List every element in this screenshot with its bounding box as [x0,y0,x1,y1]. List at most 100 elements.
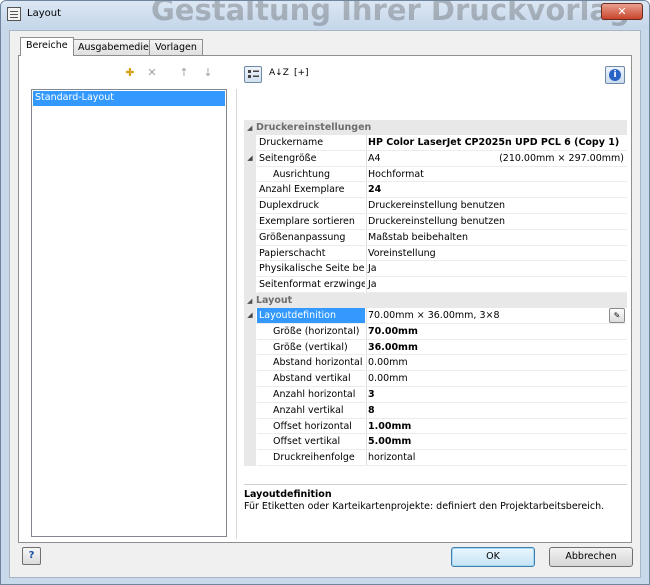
collapse-icon[interactable]: ◢ [247,294,256,309]
row-gutter [244,434,256,451]
splitter[interactable] [236,89,237,539]
property-value-text: Druckereinstellung benutzen [368,200,506,212]
property-row[interactable]: Seitenformat erzwingen Ja [244,277,627,293]
property-value-text: Ja [368,263,377,275]
property-name[interactable]: Exemplare sortieren [257,214,365,230]
property-row[interactable]: Größenanpassung Maßstab beibehalten [244,229,627,246]
property-value[interactable]: 70.00mm × 36.00mm, 3×8 ✎ [366,307,627,324]
property-row[interactable]: Anzahl horizontal 3 [244,386,627,403]
alphabetical-sort-icon[interactable]: A↓Z [269,68,289,78]
property-value[interactable]: HP Color LaserJet CP2025n UPD PCL 6 (Cop… [366,135,627,151]
tab-vorlagen[interactable]: Vorlagen [149,39,203,55]
area-list[interactable]: Standard-Layout [31,89,227,537]
property-name[interactable]: Anzahl horizontal [257,387,365,403]
property-name[interactable]: Offset vertikal [257,434,365,451]
property-row[interactable]: ◢ Layoutdefinition 70.00mm × 36.00mm, 3×8 ✎ [244,307,627,324]
info-icon: i [609,69,621,81]
collapse-icon[interactable]: ◢ [247,121,256,136]
row-gutter [244,355,256,372]
property-value[interactable]: 1.00mm [366,418,627,435]
property-value[interactable]: 3 [366,386,627,403]
property-name[interactable]: Seitenformat erzwingen [257,277,365,293]
collapse-icon[interactable]: ◢ [244,150,256,167]
layout-dialog: Gestaltung Ihrer Druckvorlag Layout ✕ Be… [0,0,650,585]
help-button[interactable]: ? [22,547,41,565]
property-name[interactable]: Seitengröße [257,151,365,167]
property-row[interactable]: Anzahl vertikal 8 [244,402,627,419]
category-header[interactable]: ◢ Layout [244,292,627,309]
property-value[interactable]: A4 (210.00mm × 297.00mm) [366,150,627,167]
property-value[interactable]: 70.00mm [366,323,627,340]
property-value-text: A4 [368,152,381,164]
tab-panel-bereiche: ✚ ✕ ↑ ↓ Standard-Layout A↓Z [+] i ◢ Druc… [18,55,632,543]
property-row[interactable]: Physikalische Seite be... Ja [244,261,627,278]
info-toggle-button[interactable]: i [605,66,625,84]
close-button[interactable]: ✕ [601,3,643,20]
cancel-button[interactable]: Abbrechen [549,547,633,567]
property-value[interactable]: 0.00mm [366,371,627,387]
property-row[interactable]: Größe (horizontal) 70.00mm [244,323,627,340]
property-name[interactable]: Papierschacht [257,246,365,262]
row-gutter [244,386,256,403]
property-value[interactable]: Maßstab beibehalten [366,229,627,246]
property-value[interactable]: Ja [366,261,627,278]
categorized-view-icon[interactable] [244,66,262,83]
expand-all-icon[interactable]: [+] [294,68,309,78]
property-value[interactable]: Hochformat [366,166,627,183]
property-value-text: 70.00mm [368,325,418,337]
property-row[interactable]: Größe (vertikal) 36.00mm [244,339,627,356]
property-row[interactable]: Druckreihenfolge horizontal [244,450,627,466]
property-row[interactable]: Exemplare sortieren Druckereinstellung be… [244,213,627,230]
arrow-down-icon[interactable]: ↓ [201,66,215,80]
property-value[interactable]: Voreinstellung [366,245,627,262]
property-value[interactable]: Druckereinstellung benutzen [366,213,627,230]
edit-icon[interactable]: ✎ [609,307,625,323]
property-name[interactable]: Layoutdefinition [257,307,365,324]
property-name[interactable]: Ausrichtung [257,167,365,183]
list-item[interactable]: Standard-Layout [33,91,225,106]
property-row[interactable]: ◢ Seitengröße A4 (210.00mm × 297.00mm) [244,150,627,167]
property-row[interactable]: Abstand vertikal 0.00mm [244,371,627,387]
property-name[interactable]: Anzahl Exemplare [257,182,365,199]
property-name[interactable]: Größe (vertikal) [257,340,365,356]
property-value[interactable]: 36.00mm [366,339,627,356]
property-value-text: 36.00mm [368,341,418,353]
property-row[interactable]: Ausrichtung Hochformat [244,166,627,183]
delete-icon[interactable]: ✕ [145,66,159,80]
property-value[interactable]: Ja [366,277,627,293]
property-name[interactable]: Abstand horizontal [257,355,365,372]
property-row[interactable]: Anzahl Exemplare 24 [244,182,627,199]
add-icon[interactable]: ✚ [123,66,137,80]
ok-button[interactable]: OK [451,547,535,567]
property-value[interactable]: 5.00mm [366,434,627,451]
property-row[interactable]: Duplexdruck Druckereinstellung benutzen [244,198,627,214]
property-row[interactable]: Druckername HP Color LaserJet CP2025n UPD… [244,135,627,151]
property-name[interactable]: Offset horizontal [257,419,365,435]
property-name[interactable]: Druckername [257,135,365,151]
property-row[interactable]: Offset horizontal 1.00mm [244,418,627,435]
property-row[interactable]: Abstand horizontal 0.00mm [244,355,627,372]
row-gutter [244,135,256,151]
property-value[interactable]: Druckereinstellung benutzen [366,198,627,214]
tab-bereiche[interactable]: Bereiche [20,37,74,56]
arrow-up-icon[interactable]: ↑ [177,66,191,80]
property-value[interactable]: 0.00mm [366,355,627,372]
property-name[interactable]: Duplexdruck [257,198,365,214]
property-name[interactable]: Abstand vertikal [257,371,365,387]
property-name[interactable]: Physikalische Seite be... [257,261,365,278]
property-value[interactable]: 8 [366,402,627,419]
property-value[interactable]: 24 [366,182,627,199]
property-value-text: 24 [368,184,382,196]
property-name[interactable]: Größenanpassung [257,230,365,246]
category-header[interactable]: ◢ Druckereinstellungen [244,120,627,135]
property-row[interactable]: Papierschacht Voreinstellung [244,245,627,262]
property-name[interactable]: Druckreihenfolge [257,450,365,466]
background-watermark: Gestaltung Ihrer Druckvorlag [151,0,630,27]
property-value[interactable]: horizontal [366,450,627,466]
row-gutter [244,166,256,183]
collapse-icon[interactable]: ◢ [244,307,256,324]
property-name[interactable]: Größe (horizontal) [257,324,365,340]
property-name[interactable]: Anzahl vertikal [257,403,365,419]
tab-ausgabemedien[interactable]: Ausgabemedien [72,39,161,55]
property-row[interactable]: Offset vertikal 5.00mm [244,434,627,451]
